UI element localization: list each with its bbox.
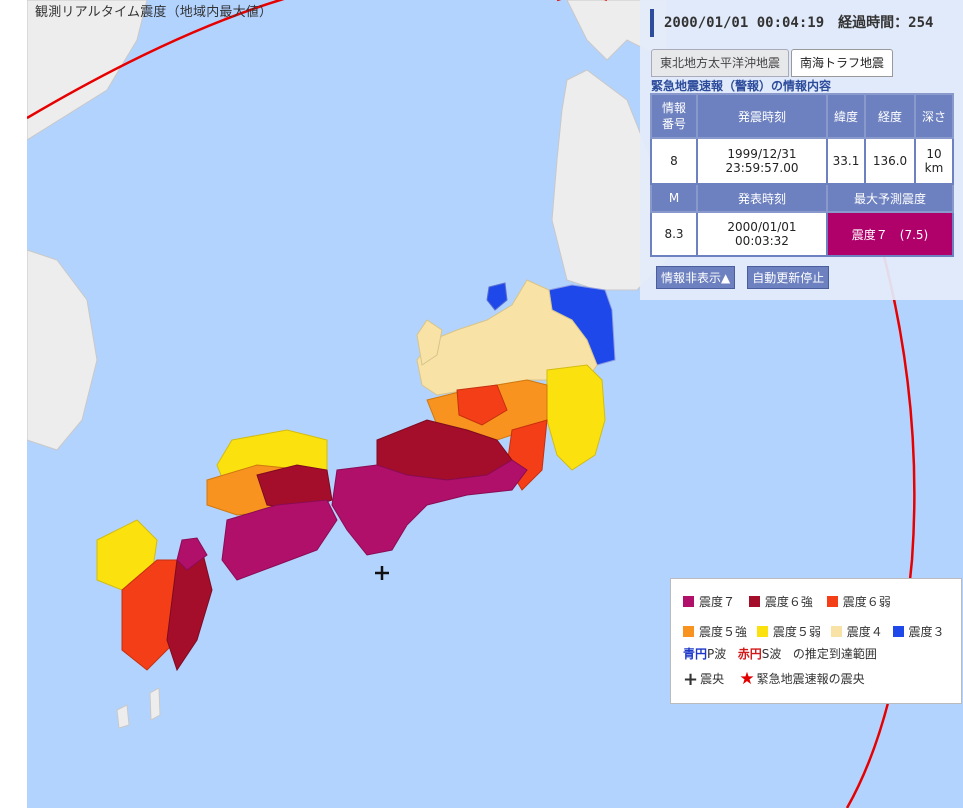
tab-tohoku[interactable]: 東北地方太平洋沖地震 (651, 49, 790, 77)
eew-table: 情報番号 発震時刻 緯度 経度 深さ 8 1999/12/31 23:59:57.… (650, 93, 954, 257)
hide-info-button[interactable]: 情報非表示▲ (656, 266, 736, 289)
left-margin (0, 0, 27, 808)
header-depth: 深さ (914, 93, 954, 139)
info-number: 8 (650, 137, 698, 185)
legend-shindo-3: 震度３ (892, 623, 945, 640)
korea-south-coast (27, 249, 98, 451)
max-intensity: 震度７ (7.5) (826, 211, 954, 257)
swatch-shindo-4 (830, 626, 842, 637)
current-datetime: 2000/01/01 00:04:19 (664, 15, 825, 31)
islands-southwest (116, 704, 130, 729)
depth: 10 km (914, 137, 954, 185)
info-panel: 2000/01/01 00:04:19 経過時間：254 東北地方太平洋沖地震 南海… (640, 0, 963, 300)
legend-shindo-6-strong: 震度６強 (748, 593, 813, 610)
legend-row-1: 震度７ 震度６強 震度６弱 (683, 593, 901, 610)
epicenter-label: 震央 (700, 672, 725, 686)
p-wave-suffix: P波 (707, 647, 727, 661)
swatch-shindo-3 (892, 626, 904, 637)
elapsed-time: 経過時間：254 (838, 15, 934, 31)
header-magnitude: M (650, 183, 698, 213)
scenario-tabs: 東北地方太平洋沖地震 南海トラフ地震 (651, 49, 895, 77)
latitude: 33.1 (826, 137, 866, 185)
eew-epicenter-label: 緊急地震速報の震央 (756, 672, 865, 686)
map-title: 観測リアルタイム震度（地域内最大値） (35, 5, 273, 20)
swatch-shindo-5-weak (756, 626, 768, 637)
magnitude: 8.3 (650, 211, 698, 257)
cross-icon: + (683, 669, 699, 690)
legend-shindo-5-strong: 震度５強 (683, 623, 747, 640)
legend-shindo-5-weak: 震度５弱 (756, 623, 821, 640)
legend-shindo-4: 震度４ (830, 623, 883, 640)
s-wave-word: 赤円 (737, 647, 762, 661)
issue-time: 2000/01/01 00:03:32 (696, 211, 828, 257)
range-text: の推定到達範囲 (792, 647, 877, 661)
legend-shindo-6-weak: 震度６弱 (826, 593, 891, 610)
legend-row-2: 震度５強 震度５弱 震度４ 震度３ (683, 623, 945, 640)
stop-auto-update-button[interactable]: 自動更新停止 (747, 266, 830, 289)
origin-time: 1999/12/31 23:59:57.00 (696, 137, 828, 185)
header-origin-time: 発震時刻 (696, 93, 828, 139)
longitude: 136.0 (864, 137, 916, 185)
tanegashima (149, 687, 161, 721)
s-wave-suffix: S波 (761, 647, 782, 661)
header-max-intensity: 最大予測震度 (826, 183, 954, 213)
p-wave-word: 青円 (683, 647, 708, 661)
header-longitude: 経度 (864, 93, 916, 139)
sado-island (486, 282, 508, 311)
header-latitude: 緯度 (826, 93, 866, 139)
eew-heading: 緊急地震速報（警報）の情報内容 (651, 79, 832, 93)
swatch-shindo-5-strong (683, 626, 694, 637)
legend-wave-ranges: 青円P波 赤円S波 の推定到達範囲 (683, 645, 877, 662)
star-icon: ★ (739, 669, 755, 689)
panel-buttons: 情報非表示▲ 自動更新停止 (656, 266, 841, 289)
legend: 震度７ 震度６強 震度６弱 震度５強 震度５弱 震度４ 震度３ 青円P波 赤円S… (670, 578, 962, 704)
legend-epicenters: + 震央 ★ 緊急地震速報の震央 (683, 669, 865, 690)
header-issue-time: 発表時刻 (696, 183, 828, 213)
page: 観測リアルタイム震度（地域内最大値） 2000/01/01 00:04:19 経過… (0, 0, 963, 808)
korean-peninsula (27, 0, 148, 141)
swatch-shindo-7 (683, 596, 694, 607)
region-shindo-5weak-east (546, 364, 606, 471)
header-info-number: 情報番号 (650, 93, 698, 139)
tab-nankai[interactable]: 南海トラフ地震 (791, 49, 894, 77)
swatch-shindo-6-strong (748, 596, 760, 607)
epicenter-cross-icon (375, 566, 389, 580)
legend-shindo-7: 震度７ (683, 593, 735, 610)
swatch-shindo-6-weak (826, 596, 838, 607)
time-row: 2000/01/01 00:04:19 経過時間：254 (650, 9, 963, 37)
